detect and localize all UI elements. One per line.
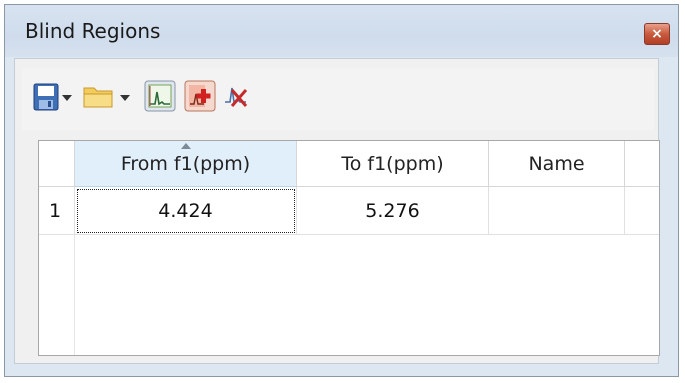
add-region-button[interactable]: [184, 80, 216, 116]
cell-to[interactable]: 5.276: [297, 187, 489, 235]
column-header-name[interactable]: Name: [489, 141, 625, 187]
row-filler: [625, 187, 659, 235]
folder-open-icon: [83, 87, 113, 108]
regions-table: From f1(ppm) To f1(ppm) Name 1 4.424 5.2…: [38, 140, 660, 356]
save-button[interactable]: [32, 82, 60, 116]
sort-ascending-icon: [180, 143, 191, 149]
cell-from[interactable]: 4.424: [75, 187, 297, 235]
add-region-icon: [184, 80, 216, 112]
remove-region-icon: [225, 87, 248, 107]
spectrum-region-icon: [144, 80, 176, 112]
toolbar: [22, 68, 654, 130]
close-button[interactable]: ×: [644, 23, 670, 45]
column-header-from[interactable]: From f1(ppm): [75, 141, 297, 187]
chevron-down-icon: [62, 95, 72, 101]
select-region-button[interactable]: [144, 80, 176, 116]
column-header-filler: [625, 141, 659, 187]
window-title: Blind Regions: [25, 19, 161, 43]
row-header-column: [39, 235, 75, 355]
save-icon: [33, 83, 59, 111]
remove-region-button[interactable]: [222, 80, 252, 116]
open-folder-button[interactable]: [82, 84, 116, 114]
cell-name[interactable]: [489, 187, 625, 235]
chevron-down-icon: [120, 95, 130, 101]
row-number[interactable]: 1: [39, 187, 75, 235]
close-icon: ×: [651, 26, 663, 42]
column-header-to-label: To f1(ppm): [341, 153, 444, 175]
column-header-name-label: Name: [528, 153, 585, 175]
title-bar[interactable]: Blind Regions ×: [5, 5, 678, 57]
row-header-corner: [39, 141, 75, 187]
column-header-to[interactable]: To f1(ppm): [297, 141, 489, 187]
column-header-from-label: From f1(ppm): [120, 153, 251, 175]
